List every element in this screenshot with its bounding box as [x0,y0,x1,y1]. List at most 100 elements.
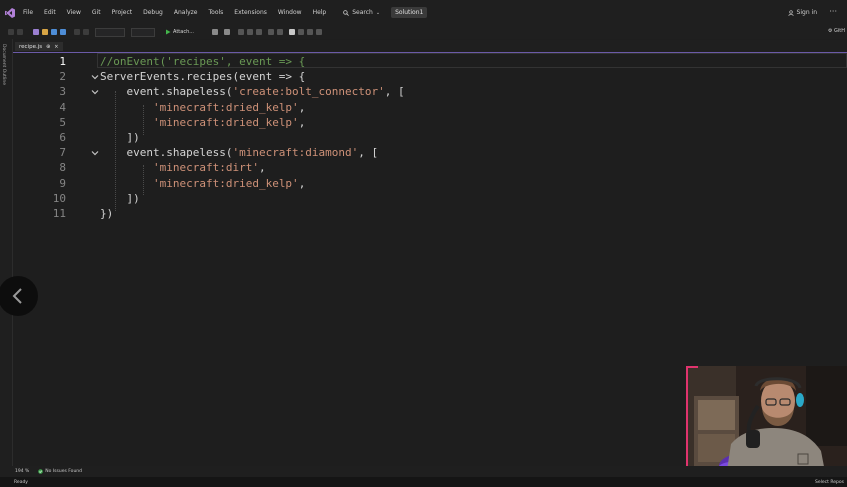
github-label: GitH [834,28,845,34]
code-token: , [ [384,85,405,99]
toolbar-icon-8[interactable] [298,29,305,35]
zoom-level[interactable]: 194 % [15,469,29,474]
tab-recipe-js[interactable]: recipe.js ⊕ × [15,42,63,51]
toolbar: Attach... ⚙ GitH [0,25,847,39]
attach-label: Attach... [173,29,195,35]
sign-in-label: Sign in [796,9,817,16]
menu-item-analyze[interactable]: Analyze [174,9,198,16]
search-label: Search [352,9,373,16]
code-line[interactable]: 9 'minecraft:dried_kelp', [13,176,847,191]
code-text: 'minecraft:dried_kelp', [100,115,305,130]
bookmark-icon[interactable] [289,29,296,35]
toolbar-icon-7[interactable] [277,29,284,35]
redo-icon[interactable] [83,29,89,35]
code-text: 'minecraft:dirt', [100,160,266,175]
select-repository-button[interactable]: Select Repos [815,480,844,485]
side-tool-strip [0,39,13,470]
fold-chevron-icon[interactable] [90,72,100,82]
code-text: event.shapeless('minecraft:diamond', [ [100,145,378,160]
save-icon[interactable] [51,29,57,35]
back-icon[interactable] [8,29,14,35]
code-line[interactable]: 2 ServerEvents.recipes(event => { [13,69,847,84]
save-all-icon[interactable] [60,29,66,35]
search-icon [343,9,350,16]
menu-item-edit[interactable]: Edit [44,9,56,16]
menu-item-help[interactable]: Help [313,9,327,16]
code-line[interactable]: 6 ]) [13,130,847,145]
line-number: 8 [59,161,66,175]
toolbar-icon-5[interactable] [256,29,263,35]
code-line[interactable]: 7 event.shapeless('minecraft:diamond', [ [13,145,847,160]
toolbar-icon-9[interactable] [307,29,314,35]
code-line[interactable]: 10 ]) [13,191,847,206]
github-copilot-button[interactable]: ⚙ GitH [828,28,845,34]
code-text: 'minecraft:dried_kelp', [100,176,305,191]
solution-name-badge[interactable]: Solution1 [391,7,428,18]
toolbar-icon-2[interactable] [224,29,231,35]
code-token: 'create:bolt_connector' [232,85,385,99]
code-token: 'minecraft:dirt' [152,161,259,175]
visual-studio-logo-icon[interactable] [5,7,15,18]
toolbar-icon-1[interactable] [212,29,219,35]
code-line[interactable]: 1 //onEvent('recipes', event => { [13,54,847,69]
menu-item-tools[interactable]: Tools [209,9,224,16]
toolbar-icon-6[interactable] [268,29,275,35]
github-icon: ⚙ [827,28,833,34]
code-text: //onEvent('recipes', event => { [100,54,305,69]
new-project-icon[interactable] [33,29,39,35]
forward-icon[interactable] [17,29,23,35]
search-box[interactable]: Search ⌄ [343,9,380,16]
fold-chevron-icon[interactable] [90,148,100,158]
menu-item-project[interactable]: Project [112,9,133,16]
code-line[interactable]: 8 'minecraft:dirt', [13,160,847,175]
code-token: 'minecraft:dried_kelp' [152,100,299,114]
editor-status-bar: 194 % No Issues Found [0,466,847,477]
chevron-down-icon: ⌄ [375,9,381,16]
menu-item-extensions[interactable]: Extensions [234,9,267,16]
code-line[interactable]: 4 'minecraft:dried_kelp', [13,100,847,115]
sign-in-button[interactable]: Sign in [787,9,817,16]
close-icon[interactable]: × [54,44,58,50]
configuration-dropdown[interactable] [95,27,125,37]
code-token: ]) [100,191,140,205]
issues-indicator[interactable]: No Issues Found [38,469,82,474]
menu-item-git[interactable]: Git [92,9,101,16]
menu-item-view[interactable]: View [67,9,81,16]
line-number: 10 [52,191,66,205]
play-icon [166,29,171,35]
pin-icon[interactable]: ⊕ [46,44,50,50]
code-token: , [258,161,266,175]
code-line[interactable]: 11}) [13,206,847,221]
menu-item-file[interactable]: File [23,9,33,16]
line-number: 6 [59,131,66,144]
toolbar-icon-3[interactable] [238,29,245,35]
code-token: , [298,115,306,129]
open-folder-icon[interactable] [42,29,48,35]
line-number: 11 [52,207,66,220]
line-number: 9 [59,176,66,190]
code-token: ]) [100,131,140,144]
toolbar-icon-10[interactable] [316,29,323,35]
more-options-icon[interactable]: ··· [829,7,837,16]
document-outline-tab[interactable]: Document Outline [1,44,6,85]
ready-status: Ready [14,479,28,485]
platform-dropdown[interactable] [131,27,155,37]
line-number: 1 [59,55,66,68]
code-token: 'minecraft:dried_kelp' [152,115,299,129]
attach-button[interactable]: Attach... [165,29,194,35]
line-number: 2 [59,70,66,84]
code-text: ]) [100,130,140,145]
undo-icon[interactable] [74,29,80,35]
menu-item-debug[interactable]: Debug [143,9,163,16]
code-line[interactable]: 5 'minecraft:dried_kelp', [13,115,847,130]
code-text: event.shapeless('create:bolt_connector',… [100,84,405,99]
menu-item-window[interactable]: Window [278,9,302,16]
code-token: 'minecraft:dried_kelp' [152,176,299,190]
code-line[interactable]: 3 event.shapeless('create:bolt_connector… [13,84,847,99]
toolbar-icon-4[interactable] [247,29,254,35]
fold-chevron-icon[interactable] [90,87,100,97]
